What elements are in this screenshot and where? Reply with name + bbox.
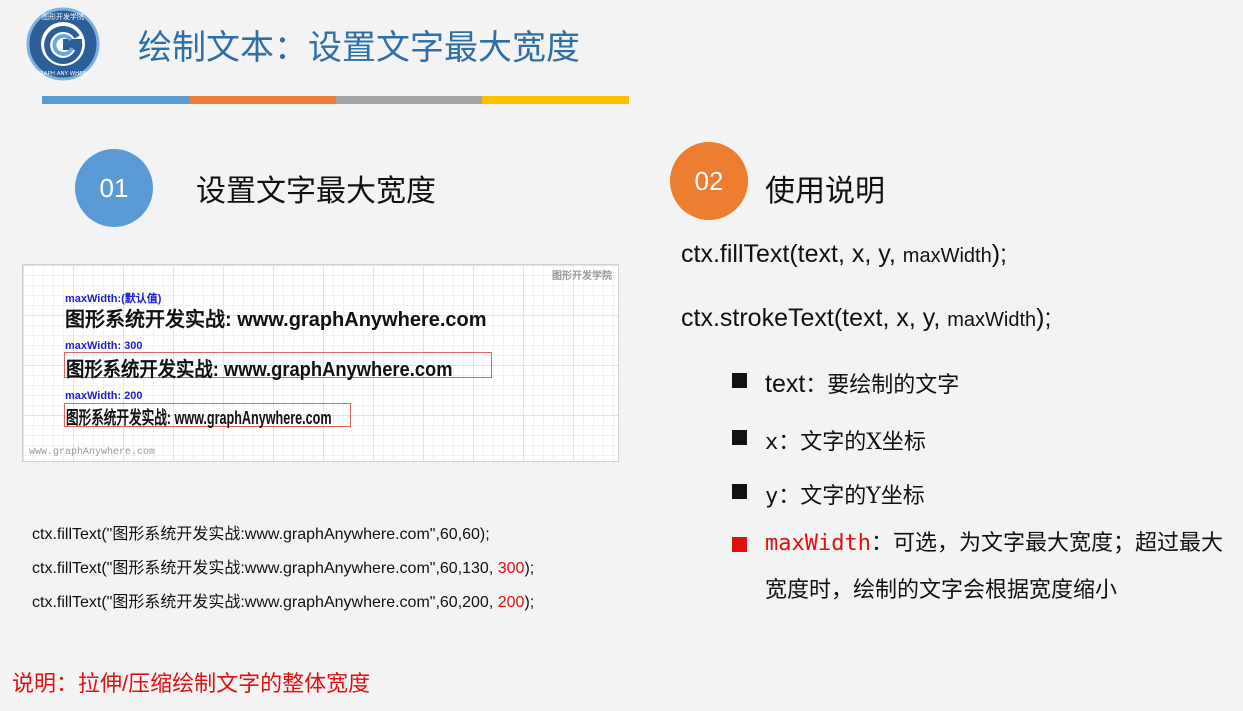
param-desc: ：文字的X坐标	[778, 430, 926, 455]
param-desc: ：要绘制的文字	[805, 373, 960, 398]
maxwidth-200-box: 图形系统开发实战: www.graphAnywhere.com	[64, 403, 351, 428]
code-line: ctx.fillText("图形系统开发实战:www.graphAnywhere…	[32, 588, 534, 612]
bullet-square-icon	[732, 430, 747, 445]
demo-row-label: maxWidth: 300	[65, 340, 143, 352]
api-tail: );	[1036, 304, 1052, 332]
code-highlight-value: 300	[497, 560, 525, 577]
bullet-square-icon	[732, 537, 747, 552]
api-signature-filltext: ctx.fillText(text, x, y, maxWidth);	[681, 240, 1007, 269]
section-number-01: 01	[75, 149, 153, 227]
code-tail: );	[524, 594, 535, 611]
code-text: ctx.fillText("图形系统开发实战:www.graphAnywhere…	[32, 560, 498, 577]
param-x: x：文字的X坐标	[765, 424, 926, 456]
param-y: y：文字的Y坐标	[765, 478, 925, 510]
bullet-square-icon	[732, 373, 747, 388]
svg-text:图形开发学院: 图形开发学院	[42, 12, 84, 21]
bar-segment-orange	[188, 96, 336, 104]
code-highlight-value: 200	[497, 594, 525, 611]
title-underline-bar	[42, 96, 629, 104]
param-text: text：要绘制的文字	[765, 367, 959, 399]
demo-row-text: 图形系统开发实战: www.graphAnywhere.com	[66, 408, 332, 428]
api-param-small: maxWidth	[947, 309, 1037, 331]
code-text: ctx.fillText("图形系统开发实战:www.graphAnywhere…	[32, 526, 490, 543]
section-number-02: 02	[670, 142, 748, 220]
demo-row-text: 图形系统开发实战: www.graphAnywhere.com	[66, 359, 453, 381]
param-name: y	[765, 484, 779, 509]
demo-canvas: 图形开发学院 maxWidth:(默认值) 图形系统开发实战: www.grap…	[22, 264, 619, 462]
api-param-small: maxWidth	[902, 245, 992, 267]
bullet-square-icon	[732, 484, 747, 499]
param-name: x	[765, 430, 779, 455]
section1-title: 设置文字最大宽度	[196, 175, 436, 208]
bar-segment-gray	[335, 96, 483, 104]
demo-watermark: 图形开发学院	[552, 271, 612, 282]
code-text: ctx.fillText("图形系统开发实战:www.graphAnywhere…	[32, 594, 498, 611]
param-desc: ：文字的Y坐标	[778, 484, 925, 509]
maxwidth-300-box: 图形系统开发实战: www.graphAnywhere.com	[64, 352, 492, 381]
bar-segment-blue	[42, 96, 189, 104]
svg-text:GRAPH ANY WHERE: GRAPH ANY WHERE	[36, 71, 91, 77]
code-line: ctx.fillText("图形系统开发实战:www.graphAnywhere…	[32, 520, 490, 544]
bar-segment-yellow	[482, 96, 629, 104]
note-text: 说明：拉伸/压缩绘制文字的整体宽度	[12, 671, 371, 696]
param-name: maxWidth	[765, 531, 871, 556]
demo-row-label: maxWidth: 200	[65, 390, 143, 402]
page-title: 绘制文本：设置文字最大宽度	[138, 29, 580, 67]
demo-row-text: 图形系统开发实战: www.graphAnywhere.com	[65, 309, 487, 331]
api-tail: );	[991, 240, 1007, 268]
section2-title: 使用说明	[765, 175, 885, 208]
api-main: ctx.strokeText(text, x, y,	[681, 304, 948, 332]
param-name: text	[765, 370, 806, 398]
param-maxwidth: maxWidth：可选，为文字最大宽度；超过最大宽度时，绘制的文字会根据宽度缩小	[765, 520, 1227, 614]
code-line: ctx.fillText("图形系统开发实战:www.graphAnywhere…	[32, 554, 534, 578]
code-tail: );	[524, 560, 535, 577]
api-main: ctx.fillText(text, x, y,	[681, 240, 903, 268]
graph-anywhere-logo: 图形开发学院 GRAPH ANY WHERE	[24, 7, 102, 81]
api-signature-stroketext: ctx.strokeText(text, x, y, maxWidth);	[681, 304, 1051, 333]
demo-footer-url: www.graphAnywhere.com	[29, 447, 156, 458]
